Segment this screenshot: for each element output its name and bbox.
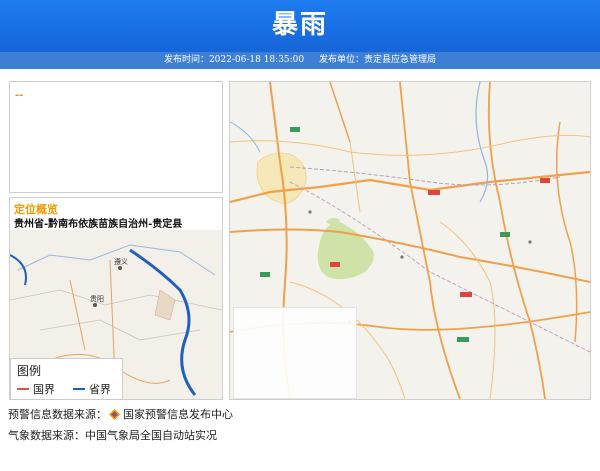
location-path: 贵州省-黔南布依族苗族自治州-贵定县 xyxy=(14,219,183,230)
provincial-border-swatch xyxy=(73,388,85,390)
publish-time: 发布时间：2022-06-18 18:35:00 xyxy=(163,55,305,65)
footer-source1-name: 国家预警信息发布中心 xyxy=(123,408,233,421)
legend: 图例 国界 省界 xyxy=(10,358,123,400)
legend-label-provincial: 省界 xyxy=(89,383,111,396)
footer-source1-prefix: 预警信息数据来源： xyxy=(8,408,107,421)
footer-source-weather: 气象数据来源：中国气象局全国自动站实况 xyxy=(8,429,217,442)
warning-center-logo-icon xyxy=(109,408,120,420)
map-info-overlay xyxy=(233,307,357,399)
legend-title: 图例 xyxy=(17,364,42,378)
legend-label-national: 国界 xyxy=(33,383,55,396)
info-bar: 发布时间：2022-06-18 18:35:00 发布单位：贵定县应急管理局 xyxy=(0,52,600,69)
warning-text-panel: -- xyxy=(9,81,223,193)
footer-source-warning: 预警信息数据来源： 国家预警信息发布中心 xyxy=(8,406,233,422)
text-placeholder: -- xyxy=(15,90,24,101)
national-border-swatch xyxy=(17,388,29,390)
page-title: 暴雨 xyxy=(271,10,328,40)
city-label-zunyi: 遵义 xyxy=(114,257,128,266)
publisher: 发布单位：贵定县应急管理局 xyxy=(319,55,437,65)
header-bar: 暴雨 xyxy=(0,0,600,52)
city-label-guiyang: 贵阳 xyxy=(90,294,104,303)
